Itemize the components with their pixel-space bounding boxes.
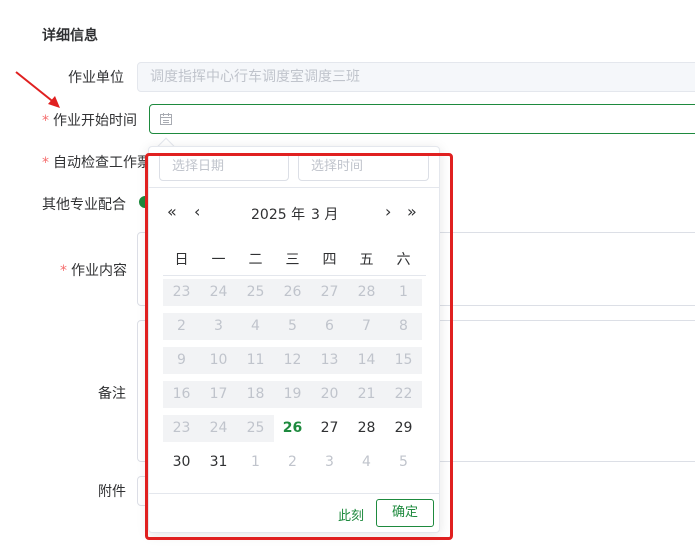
day-cell-disabled: 21 bbox=[348, 381, 385, 408]
week-row: 23 24 25 26 27 28 1 bbox=[163, 279, 422, 306]
divider bbox=[149, 187, 439, 188]
auto-check-label-text: 自动检查工作票 bbox=[53, 155, 151, 171]
day-cell-disabled: 15 bbox=[385, 347, 422, 374]
start-time-input[interactable] bbox=[149, 104, 695, 134]
auto-check-label: * 自动检查工作票 bbox=[42, 152, 151, 172]
day-cell-disabled: 5 bbox=[274, 313, 311, 340]
other-coop-label: 其他专业配合 bbox=[42, 197, 126, 213]
next-year-icon[interactable]: » bbox=[407, 202, 417, 221]
day-cell-disabled: 24 bbox=[200, 415, 237, 442]
start-time-label-text: 作业开始时间 bbox=[53, 113, 137, 129]
day-cell-disabled: 12 bbox=[274, 347, 311, 374]
day-cell-disabled: 24 bbox=[200, 279, 237, 306]
weekday-label: 日 bbox=[174, 252, 189, 268]
time-input[interactable]: 选择时间 bbox=[298, 153, 429, 181]
day-cell-disabled: 25 bbox=[237, 415, 274, 442]
date-input[interactable]: 选择日期 bbox=[159, 153, 289, 181]
day-cell-disabled: 6 bbox=[311, 313, 348, 340]
day-cell-disabled: 19 bbox=[274, 381, 311, 408]
day-cell-disabled: 7 bbox=[348, 313, 385, 340]
required-mark: * bbox=[42, 113, 49, 129]
day-cell-disabled: 23 bbox=[163, 415, 200, 442]
day-grid: 23 24 25 26 27 28 1 2 3 4 5 6 7 8 9 10 11 12 13 14 15 16 17 18 1… bbox=[163, 279, 422, 476]
day-cell-disabled: 2 bbox=[163, 313, 200, 340]
section-title: 详细信息 bbox=[42, 28, 98, 44]
prev-month-icon[interactable]: ‹ bbox=[194, 202, 200, 221]
weekday-label: 五 bbox=[359, 252, 374, 268]
month-label[interactable]: 3 月 bbox=[311, 204, 338, 224]
day-cell-disabled: 9 bbox=[163, 347, 200, 374]
prev-year-icon[interactable]: « bbox=[167, 202, 177, 221]
remark-label: 备注 bbox=[98, 386, 126, 402]
unit-label: 作业单位 bbox=[68, 70, 124, 86]
weekday-label: 六 bbox=[396, 252, 411, 268]
annotation-arrow-icon bbox=[15, 71, 60, 108]
day-cell[interactable]: 28 bbox=[348, 415, 385, 442]
day-cell-disabled: 22 bbox=[385, 381, 422, 408]
day-cell-next-month[interactable]: 4 bbox=[348, 449, 385, 476]
week-row: 16 17 18 19 20 21 22 bbox=[163, 381, 422, 408]
required-mark: * bbox=[60, 263, 67, 279]
day-cell-disabled: 25 bbox=[237, 279, 274, 306]
next-month-icon[interactable]: › bbox=[385, 202, 391, 221]
day-cell-disabled: 17 bbox=[200, 381, 237, 408]
day-cell-disabled: 1 bbox=[385, 279, 422, 306]
confirm-button[interactable]: 确定 bbox=[376, 499, 434, 527]
footer-divider bbox=[149, 493, 439, 494]
day-cell-disabled: 11 bbox=[237, 347, 274, 374]
day-cell-disabled: 3 bbox=[200, 313, 237, 340]
calendar-icon bbox=[160, 113, 172, 125]
unit-field: 调度指挥中心行车调度室调度三班 bbox=[137, 62, 695, 92]
week-row: 2345678 bbox=[163, 313, 422, 340]
day-cell-disabled: 27 bbox=[311, 279, 348, 306]
week-row: 30 31 1 2 3 4 5 bbox=[163, 449, 422, 476]
weekday-label: 二 bbox=[248, 252, 263, 268]
day-cell-disabled: 18 bbox=[237, 381, 274, 408]
week-row: 9 10 11 12 13 14 15 bbox=[163, 347, 422, 374]
weekday-label: 一 bbox=[211, 252, 226, 268]
required-mark: * bbox=[42, 155, 49, 171]
day-cell-today[interactable]: 26 bbox=[274, 415, 311, 442]
day-cell-disabled: 16 bbox=[163, 381, 200, 408]
year-label[interactable]: 2025 年 bbox=[251, 204, 305, 224]
date-time-picker-panel: 选择日期 选择时间 « ‹ 2025 年 3 月 › » 日一二三四五六 23 2… bbox=[148, 146, 440, 533]
day-cell-disabled: 23 bbox=[163, 279, 200, 306]
day-cell-disabled: 28 bbox=[348, 279, 385, 306]
now-button[interactable]: 此刻 bbox=[338, 505, 364, 524]
week-row: 23 24 25 26 27 28 29 bbox=[163, 415, 422, 442]
attachment-label: 附件 bbox=[98, 484, 126, 500]
day-cell-next-month[interactable]: 2 bbox=[274, 449, 311, 476]
day-cell-disabled: 8 bbox=[385, 313, 422, 340]
day-cell-disabled: 14 bbox=[348, 347, 385, 374]
weekday-divider bbox=[163, 275, 426, 276]
day-cell-next-month[interactable]: 3 bbox=[311, 449, 348, 476]
day-cell[interactable]: 27 bbox=[311, 415, 348, 442]
day-cell-next-month[interactable]: 5 bbox=[385, 449, 422, 476]
day-cell-disabled: 26 bbox=[274, 279, 311, 306]
day-cell[interactable]: 31 bbox=[200, 449, 237, 476]
weekday-label: 四 bbox=[322, 252, 337, 268]
weekday-label: 三 bbox=[285, 252, 300, 268]
start-time-label: * 作业开始时间 bbox=[42, 110, 137, 130]
day-cell-next-month[interactable]: 1 bbox=[237, 449, 274, 476]
content-label-text: 作业内容 bbox=[71, 263, 127, 279]
content-label: * 作业内容 bbox=[60, 260, 127, 280]
day-cell-disabled: 10 bbox=[200, 347, 237, 374]
day-cell-disabled: 13 bbox=[311, 347, 348, 374]
day-cell[interactable]: 29 bbox=[385, 415, 422, 442]
day-cell[interactable]: 30 bbox=[163, 449, 200, 476]
day-cell-disabled: 20 bbox=[311, 381, 348, 408]
weekday-header: 日一二三四五六 bbox=[163, 249, 422, 269]
day-cell-disabled: 4 bbox=[237, 313, 274, 340]
